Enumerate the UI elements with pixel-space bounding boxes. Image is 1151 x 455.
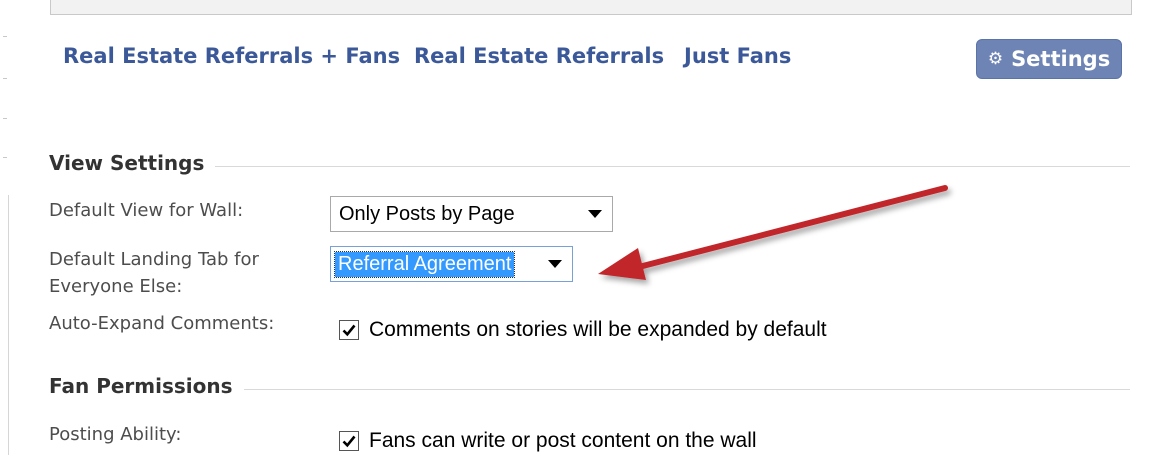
view-settings-title: View Settings	[49, 151, 205, 175]
default-landing-tab-select[interactable]: Referral Agreement	[330, 246, 573, 282]
divider	[215, 166, 1130, 167]
default-landing-tab-label-line1: Default Landing Tab for	[49, 249, 259, 270]
annotation-arrow-icon	[598, 185, 948, 280]
tab-real-estate-referrals[interactable]: Real Estate Referrals	[414, 44, 664, 68]
default-view-wall-label: Default View for Wall:	[49, 200, 244, 221]
divider	[3, 118, 7, 119]
default-landing-tab-label-line2: Everyone Else:	[49, 276, 183, 297]
chevron-down-icon	[548, 260, 562, 268]
default-landing-tab-label: Default Landing Tab for Everyone Else:	[49, 246, 259, 300]
auto-expand-row: Comments on stories will be expanded by …	[339, 318, 827, 342]
settings-button-label: Settings	[1011, 47, 1111, 71]
divider	[3, 78, 7, 79]
auto-expand-checkbox[interactable]	[339, 320, 359, 340]
divider	[3, 36, 7, 37]
settings-button[interactable]: ⚙ Settings	[976, 39, 1122, 79]
default-landing-tab-value: Referral Agreement	[333, 250, 516, 278]
posting-ability-checkbox[interactable]	[339, 431, 359, 451]
posting-ability-row: Fans can write or post content on the wa…	[339, 429, 757, 453]
divider	[8, 195, 9, 455]
divider	[244, 389, 1130, 390]
tab-just-fans[interactable]: Just Fans	[684, 44, 791, 68]
auto-expand-text: Comments on stories will be expanded by …	[369, 318, 827, 341]
tab-real-estate-referrals-fans[interactable]: Real Estate Referrals + Fans	[63, 44, 400, 68]
posting-ability-label: Posting Ability:	[49, 424, 182, 445]
default-view-wall-value: Only Posts by Page	[339, 202, 515, 225]
top-panel	[50, 0, 1132, 15]
checkmark-icon	[342, 435, 356, 448]
fan-permissions-title: Fan Permissions	[49, 374, 233, 398]
auto-expand-label: Auto-Expand Comments:	[49, 313, 275, 334]
gear-icon: ⚙	[987, 48, 1004, 69]
divider	[3, 157, 7, 158]
default-view-wall-select[interactable]: Only Posts by Page	[330, 196, 613, 232]
checkmark-icon	[342, 324, 356, 337]
posting-ability-text: Fans can write or post content on the wa…	[369, 429, 757, 452]
